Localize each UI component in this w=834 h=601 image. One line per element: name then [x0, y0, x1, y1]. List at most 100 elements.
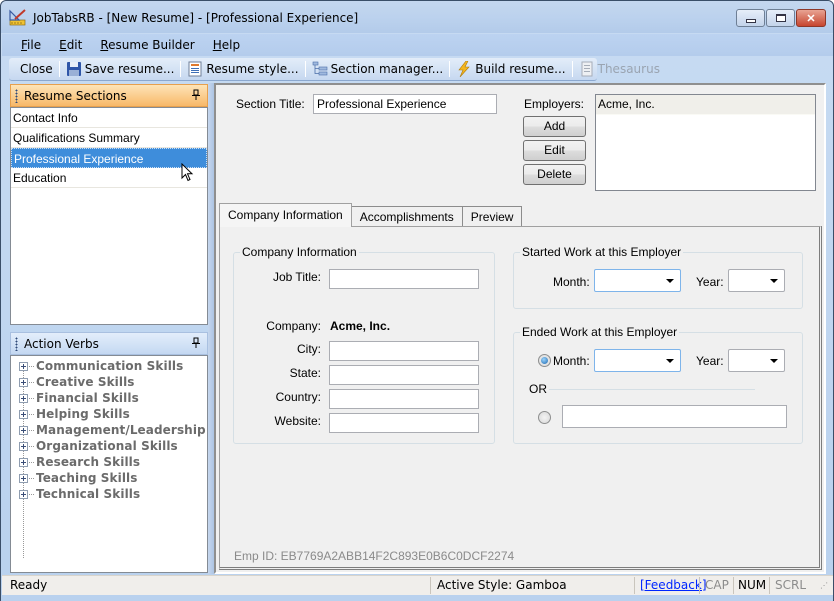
- maximize-button[interactable]: [766, 9, 795, 27]
- start-month-select[interactable]: [594, 269, 681, 292]
- action-verbs-header: Action Verbs: [10, 332, 208, 355]
- job-title-label: Job Title:: [272, 270, 321, 284]
- build-resume-button[interactable]: Build resume...: [453, 59, 568, 80]
- tree-item-label: Helping Skills: [36, 407, 130, 421]
- end-month-radio[interactable]: [538, 354, 551, 367]
- resume-sections-list: Contact Info Qualifications Summary Prof…: [10, 107, 208, 325]
- state-label: State:: [289, 366, 321, 380]
- close-button[interactable]: Close: [17, 59, 56, 80]
- menu-file[interactable]: File: [12, 38, 50, 52]
- expand-icon[interactable]: [19, 361, 28, 371]
- tree-item-label: Creative Skills: [36, 375, 135, 389]
- website-input[interactable]: [329, 413, 479, 433]
- status-bar: Ready Active Style: Gamboa [Feedback] CA…: [2, 575, 833, 595]
- section-item-education[interactable]: Education: [11, 168, 207, 188]
- expand-icon[interactable]: [19, 473, 28, 483]
- or-label: OR: [529, 382, 547, 396]
- thesaurus-button[interactable]: Thesaurus: [576, 59, 663, 80]
- company-information-group: Company Information Job Title: Company: …: [233, 245, 495, 444]
- expand-icon[interactable]: [19, 457, 28, 467]
- window-title: JobTabsRB - [New Resume] - [Professional…: [33, 11, 359, 25]
- minimize-button[interactable]: [736, 9, 765, 27]
- tree-item-label: Teaching Skills: [36, 471, 138, 485]
- employer-id: Emp ID: EB7769A2ABB14F2C893E0B6C0DCF2274: [234, 549, 515, 563]
- expand-icon[interactable]: [19, 441, 28, 451]
- resume-style-label: Resume style...: [206, 62, 299, 76]
- tab-company-information[interactable]: Company Information: [219, 203, 352, 227]
- toolbar-separator: [304, 61, 306, 77]
- menu-help[interactable]: Help: [204, 38, 249, 52]
- tree-item-communication-skills[interactable]: Communication Skills: [11, 358, 207, 374]
- section-title-label: Section Title:: [236, 97, 305, 111]
- end-month-label: Month:: [553, 354, 590, 368]
- tree-item-management-leadership[interactable]: Management/Leadership: [11, 422, 207, 438]
- tab-accomplishments[interactable]: Accomplishments: [350, 206, 463, 227]
- toolbar: Close Save resume... Resume style... Sec…: [9, 58, 660, 81]
- start-year-select[interactable]: [728, 269, 785, 292]
- panel-grip[interactable]: [15, 336, 18, 351]
- feedback-link[interactable]: [Feedback]: [640, 578, 707, 592]
- tree-item-research-skills[interactable]: Research Skills: [11, 454, 207, 470]
- state-input[interactable]: [329, 365, 479, 385]
- expand-icon[interactable]: [19, 393, 28, 403]
- close-window-button[interactable]: ✕: [796, 9, 826, 27]
- menu-edit[interactable]: Edit: [50, 38, 91, 52]
- toolbar-separator: [180, 61, 182, 77]
- tree-item-organizational-skills[interactable]: Organizational Skills: [11, 438, 207, 454]
- city-input[interactable]: [329, 341, 479, 361]
- job-title-input[interactable]: [329, 269, 479, 289]
- company-information-page: Company Information Job Title: Company: …: [219, 226, 822, 570]
- toolbar-separator: [449, 61, 451, 77]
- employer-item[interactable]: Acme, Inc.: [596, 95, 815, 115]
- build-resume-label: Build resume...: [475, 62, 566, 76]
- section-manager-button[interactable]: Section manager...: [309, 59, 447, 80]
- resume-style-button[interactable]: Resume style...: [184, 59, 301, 80]
- end-other-radio[interactable]: [538, 411, 551, 424]
- tree-item-financial-skills[interactable]: Financial Skills: [11, 390, 207, 406]
- end-month-select[interactable]: [594, 349, 681, 372]
- country-input[interactable]: [329, 389, 479, 409]
- employers-list: Acme, Inc.: [595, 94, 816, 191]
- end-year-select[interactable]: [728, 349, 785, 372]
- caps-lock-indicator: CAP: [705, 578, 729, 592]
- num-lock-indicator: NUM: [738, 578, 767, 592]
- section-item-contact-info[interactable]: Contact Info: [11, 108, 207, 128]
- tree-item-creative-skills[interactable]: Creative Skills: [11, 374, 207, 390]
- tree-item-label: Communication Skills: [36, 359, 184, 373]
- lightning-icon: [458, 61, 470, 77]
- edit-employer-button[interactable]: Edit: [523, 140, 586, 161]
- scroll-lock-indicator: SCRL: [775, 578, 807, 592]
- end-other-input[interactable]: [562, 405, 787, 428]
- save-resume-button[interactable]: Save resume...: [63, 59, 178, 80]
- chevron-down-icon: [666, 359, 674, 363]
- section-item-qualifications-summary[interactable]: Qualifications Summary: [11, 128, 207, 148]
- pin-icon[interactable]: [191, 337, 201, 349]
- expand-icon[interactable]: [19, 425, 28, 435]
- tree-item-helping-skills[interactable]: Helping Skills: [11, 406, 207, 422]
- section-item-professional-experience[interactable]: Professional Experience: [11, 148, 207, 168]
- main-content: Section Title: Employers: Add Edit Delet…: [214, 83, 826, 574]
- section-title-input[interactable]: [313, 94, 497, 114]
- tree-item-teaching-skills[interactable]: Teaching Skills: [11, 470, 207, 486]
- close-icon: ✕: [806, 12, 816, 25]
- resize-grip-icon[interactable]: ⋰: [820, 581, 828, 590]
- add-employer-button[interactable]: Add: [523, 116, 586, 137]
- employers-label: Employers:: [524, 97, 585, 111]
- section-manager-label: Section manager...: [330, 62, 444, 76]
- started-work-group: Started Work at this Employer Month: Yea…: [513, 245, 803, 309]
- expand-icon[interactable]: [19, 489, 28, 499]
- tab-preview[interactable]: Preview: [461, 206, 523, 227]
- menu-resume-builder[interactable]: Resume Builder: [91, 38, 203, 52]
- app-icon: [9, 9, 26, 26]
- expand-icon[interactable]: [19, 377, 28, 387]
- status-text: Ready: [10, 578, 48, 592]
- mouse-cursor-icon: [181, 163, 194, 182]
- action-verbs-tree: Communication Skills Creative Skills Fin…: [10, 355, 208, 573]
- pin-icon[interactable]: [191, 89, 201, 101]
- tree-item-technical-skills[interactable]: Technical Skills: [11, 486, 207, 502]
- expand-icon[interactable]: [19, 409, 28, 419]
- menu-bar: File Edit Resume Builder Help: [2, 34, 833, 56]
- delete-employer-button[interactable]: Delete: [523, 164, 586, 185]
- panel-grip[interactable]: [15, 88, 18, 103]
- started-work-group-title: Started Work at this Employer: [520, 245, 684, 259]
